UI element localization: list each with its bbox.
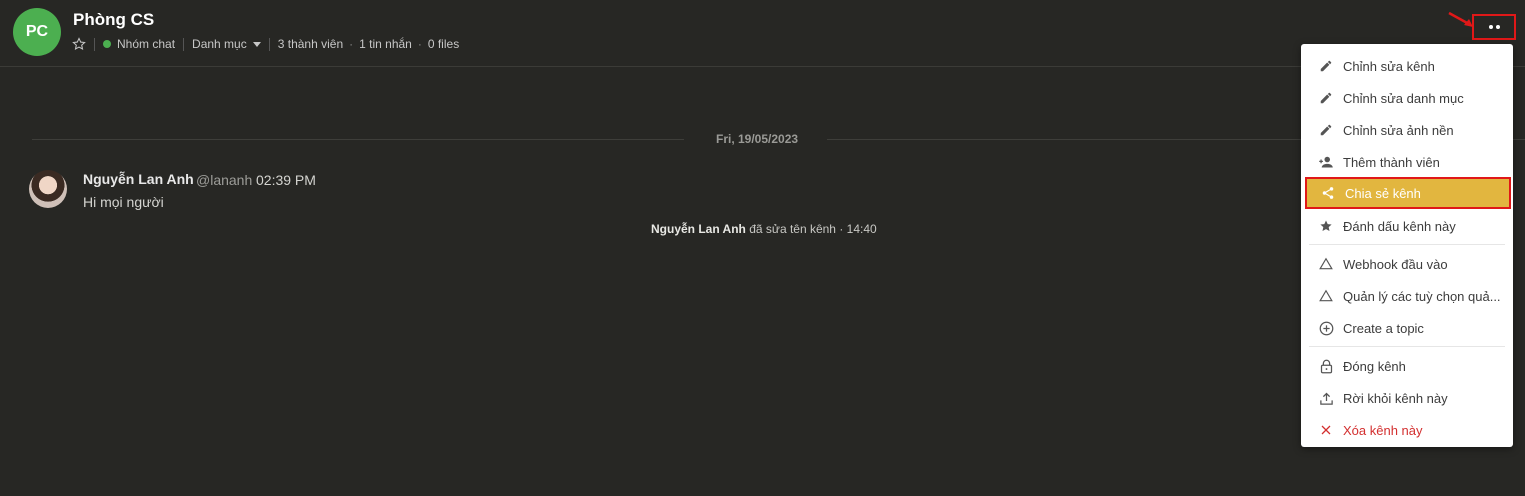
- menu-divider: [1309, 244, 1505, 245]
- dot-separator: ·: [417, 37, 422, 51]
- menu-item-edit-background[interactable]: Chỉnh sửa ảnh nền: [1301, 114, 1513, 146]
- message-time: 02:39 PM: [256, 172, 316, 188]
- star-icon[interactable]: [72, 37, 86, 51]
- file-count[interactable]: 0 files: [428, 37, 459, 51]
- channel-title: Phòng CS: [73, 10, 155, 29]
- annotation-arrow-icon: [1448, 11, 1473, 27]
- dot-icon: [1495, 25, 1500, 29]
- category-label: Danh mục: [192, 37, 247, 51]
- dot-icon: [1488, 25, 1493, 29]
- message-handle: @lananh: [196, 172, 253, 188]
- channel-avatar: PC: [13, 8, 61, 56]
- menu-item-favorite-channel[interactable]: Đánh dấu kênh này: [1301, 210, 1513, 242]
- divider: [183, 37, 185, 51]
- date-label: Fri, 19/05/2023: [716, 132, 799, 146]
- message-author[interactable]: Nguyễn Lan Anh: [83, 171, 194, 187]
- status-dot-icon: [103, 40, 111, 48]
- more-options-button[interactable]: [1472, 14, 1516, 40]
- pencil-icon: [1317, 121, 1335, 139]
- divider-line: [32, 139, 684, 140]
- triangle-icon: [1317, 287, 1335, 305]
- dot-separator: ·: [349, 37, 354, 51]
- message-count: 1 tin nhắn: [359, 37, 412, 51]
- menu-item-close-channel[interactable]: Đóng kênh: [1301, 350, 1513, 382]
- channel-header: PC Phòng CS Nhóm chat Danh mục 3 thành v…: [0, 0, 1525, 67]
- menu-item-create-topic[interactable]: Create a topic: [1301, 312, 1513, 344]
- system-actor: Nguyễn Lan Anh: [651, 222, 746, 236]
- share-icon: [1319, 184, 1337, 202]
- pencil-icon: [1317, 57, 1335, 75]
- divider: [268, 37, 270, 51]
- channel-meta: Nhóm chat Danh mục 3 thành viên · 1 tin …: [72, 36, 459, 52]
- star-icon: [1317, 217, 1335, 235]
- menu-item-share-channel[interactable]: Chia sẻ kênh: [1305, 177, 1511, 209]
- add-person-icon: [1317, 153, 1335, 171]
- plus-circle-icon: [1317, 319, 1335, 337]
- menu-item-leave-channel[interactable]: Rời khỏi kênh này: [1301, 382, 1513, 414]
- user-avatar[interactable]: [29, 170, 67, 208]
- divider: [94, 37, 95, 51]
- pencil-icon: [1317, 89, 1335, 107]
- member-count[interactable]: 3 thành viên: [278, 37, 343, 51]
- menu-item-edit-category[interactable]: Chỉnh sửa danh mục: [1301, 82, 1513, 114]
- menu-item-manage-options[interactable]: Quản lý các tuỳ chọn quả...: [1301, 280, 1513, 312]
- close-icon: [1317, 421, 1335, 439]
- upload-icon: [1317, 389, 1335, 407]
- system-action: đã sửa tên kênh · 14:40: [745, 222, 877, 236]
- channel-type: Nhóm chat: [117, 37, 176, 51]
- triangle-icon: [1317, 255, 1335, 273]
- message-text: Hi mọi người: [83, 194, 164, 210]
- menu-item-add-member[interactable]: Thêm thành viên: [1301, 146, 1513, 178]
- system-message: Nguyễn Lan Anh đã sửa tên kênh · 14:40: [651, 222, 877, 236]
- menu-item-incoming-webhook[interactable]: Webhook đầu vào: [1301, 248, 1513, 280]
- menu-item-edit-channel[interactable]: Chỉnh sửa kênh: [1301, 50, 1513, 82]
- caret-down-icon: [252, 41, 261, 47]
- menu-divider: [1309, 346, 1505, 347]
- channel-options-menu: Chỉnh sửa kênh Chỉnh sửa danh mục Chỉnh …: [1301, 44, 1513, 447]
- category-dropdown[interactable]: Danh mục: [192, 37, 261, 51]
- lock-icon: [1317, 357, 1335, 375]
- menu-item-delete-channel[interactable]: Xóa kênh này: [1301, 414, 1513, 446]
